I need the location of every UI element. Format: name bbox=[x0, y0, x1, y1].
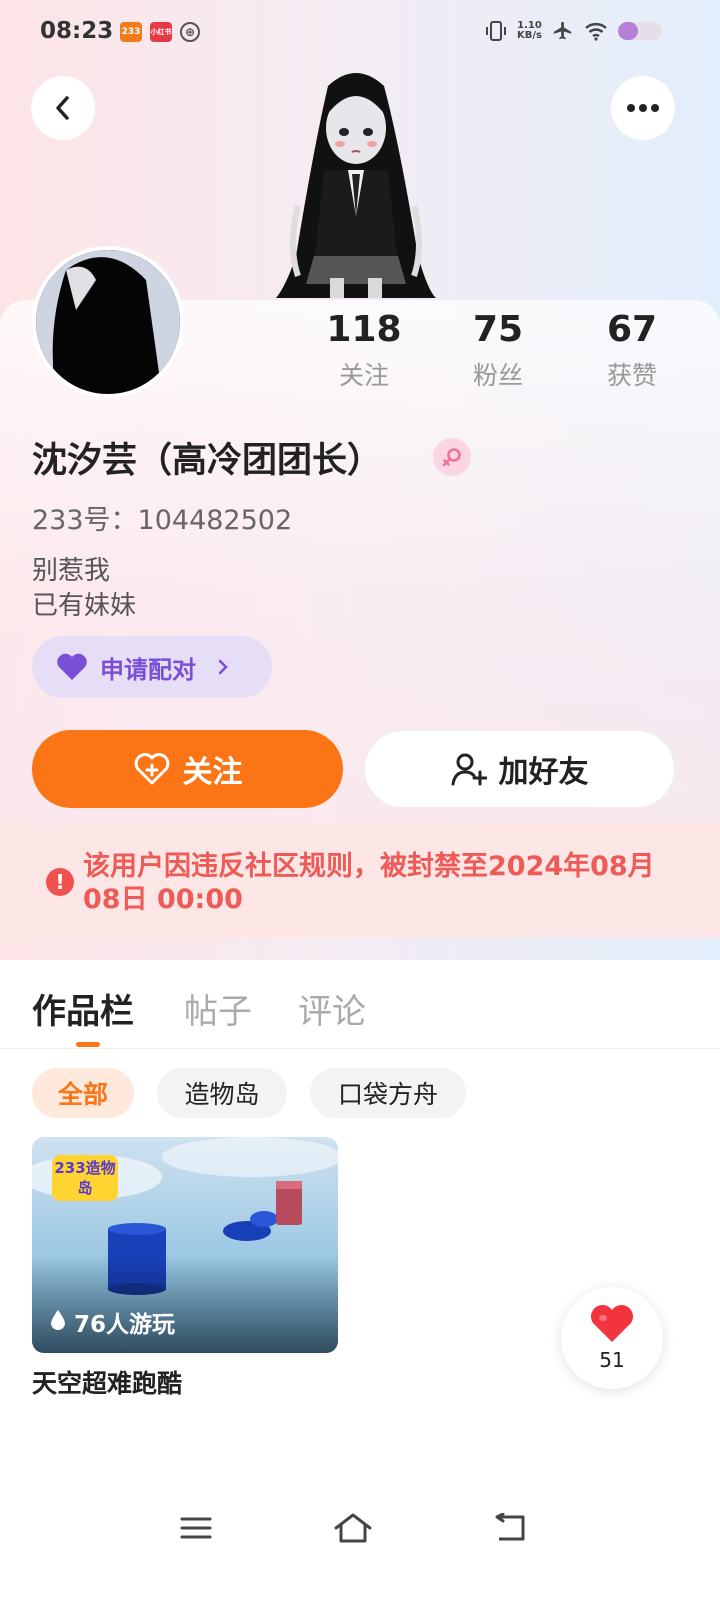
tab-indicator bbox=[76, 1042, 100, 1047]
floating-like-button[interactable]: 51 bbox=[561, 1287, 663, 1389]
stat-label: 获赞 bbox=[606, 361, 657, 390]
nav-back-button[interactable] bbox=[486, 1504, 534, 1552]
avatar[interactable] bbox=[32, 246, 184, 398]
character-avatar-illustration bbox=[276, 73, 436, 298]
female-symbol-icon bbox=[442, 448, 461, 467]
menu-icon bbox=[180, 1517, 212, 1539]
stat-label: 关注 bbox=[338, 361, 389, 390]
flame-icon bbox=[51, 1310, 65, 1330]
heart-icon bbox=[57, 653, 87, 680]
game-logo-text: 233造物岛 bbox=[54, 1159, 116, 1197]
stat-likes[interactable]: 67 获赞 bbox=[562, 308, 702, 392]
nav-home-button[interactable] bbox=[329, 1504, 377, 1552]
add-user-icon bbox=[451, 753, 487, 786]
system-nav-bar bbox=[0, 1490, 720, 1570]
wifi-icon bbox=[585, 23, 607, 41]
home-icon bbox=[334, 1513, 372, 1543]
airplane-icon bbox=[553, 21, 572, 40]
avatar-image bbox=[36, 250, 180, 394]
battery-icon bbox=[618, 22, 662, 40]
tab-divider bbox=[0, 1048, 720, 1049]
more-dots-icon bbox=[627, 104, 659, 112]
filter-pocket-ark[interactable]: 口袋方舟 bbox=[310, 1068, 466, 1118]
stat-value: 75 bbox=[472, 309, 524, 350]
gender-badge bbox=[433, 438, 471, 476]
work-plays-label: 76人游玩 bbox=[74, 1312, 176, 1338]
chevron-right-icon bbox=[218, 659, 228, 675]
work-play-count: 76人游玩 bbox=[48, 1305, 175, 1339]
stat-label: 粉丝 bbox=[472, 361, 523, 390]
vibrate-icon bbox=[486, 21, 507, 41]
stat-following[interactable]: 118 关注 bbox=[294, 308, 434, 392]
app-circle-icon: ⊕ bbox=[180, 22, 200, 42]
nav-menu-button[interactable] bbox=[172, 1504, 220, 1552]
tab-posts[interactable]: 帖子 bbox=[184, 984, 252, 1033]
tab-comments[interactable]: 评论 bbox=[298, 984, 366, 1033]
status-time: 08:23 bbox=[40, 18, 114, 44]
tab-works[interactable]: 作品栏 bbox=[32, 984, 134, 1033]
like-count: 51 bbox=[599, 1348, 625, 1372]
back-icon bbox=[495, 1513, 525, 1541]
back-button[interactable] bbox=[31, 76, 95, 140]
bio-line-2: 已有妹妹 bbox=[32, 591, 137, 621]
ban-notice-text: 该用户因违反社区规则，被封禁至2024年08月08日 00:00 bbox=[83, 851, 655, 915]
stat-value: 67 bbox=[606, 309, 658, 350]
work-card[interactable]: 233造物岛 76人游玩 bbox=[32, 1137, 338, 1353]
add-friend-button[interactable]: 加好友 bbox=[364, 730, 675, 808]
follow-button[interactable]: 关注 bbox=[32, 730, 343, 808]
follow-label: 关注 bbox=[182, 755, 243, 790]
stat-value: 118 bbox=[326, 309, 402, 350]
more-button[interactable] bbox=[611, 76, 675, 140]
apply-pair-label: 申请配对 bbox=[100, 655, 196, 684]
filter-creation-island[interactable]: 造物岛 bbox=[157, 1068, 287, 1118]
work-title[interactable]: 天空超难跑酷 bbox=[32, 1364, 182, 1400]
username: 沈汐芸（高冷团团长） bbox=[32, 441, 383, 481]
add-friend-label: 加好友 bbox=[498, 755, 589, 790]
app-233-icon: 233 bbox=[120, 22, 142, 42]
bio-line-1: 别惹我 bbox=[32, 556, 111, 586]
stat-fans[interactable]: 75 粉丝 bbox=[428, 308, 568, 392]
net-speed-unit: KB/s bbox=[517, 30, 542, 41]
status-bar: 08:23 233 小红书 ⊕ 1.10 KB/s bbox=[0, 0, 720, 64]
heart-plus-icon bbox=[134, 753, 169, 785]
game-logo: 233造物岛 bbox=[52, 1155, 118, 1201]
filter-all[interactable]: 全部 bbox=[32, 1068, 134, 1118]
app-xiaohongshu-icon: 小红书 bbox=[150, 22, 172, 42]
heart-icon bbox=[590, 1304, 634, 1342]
battery-fill bbox=[618, 22, 638, 40]
warning-icon: ! bbox=[46, 868, 74, 896]
chevron-left-icon bbox=[56, 96, 69, 120]
user-id: 233号：104482502 bbox=[32, 505, 293, 536]
apply-pair-button[interactable]: 申请配对 bbox=[32, 636, 272, 698]
